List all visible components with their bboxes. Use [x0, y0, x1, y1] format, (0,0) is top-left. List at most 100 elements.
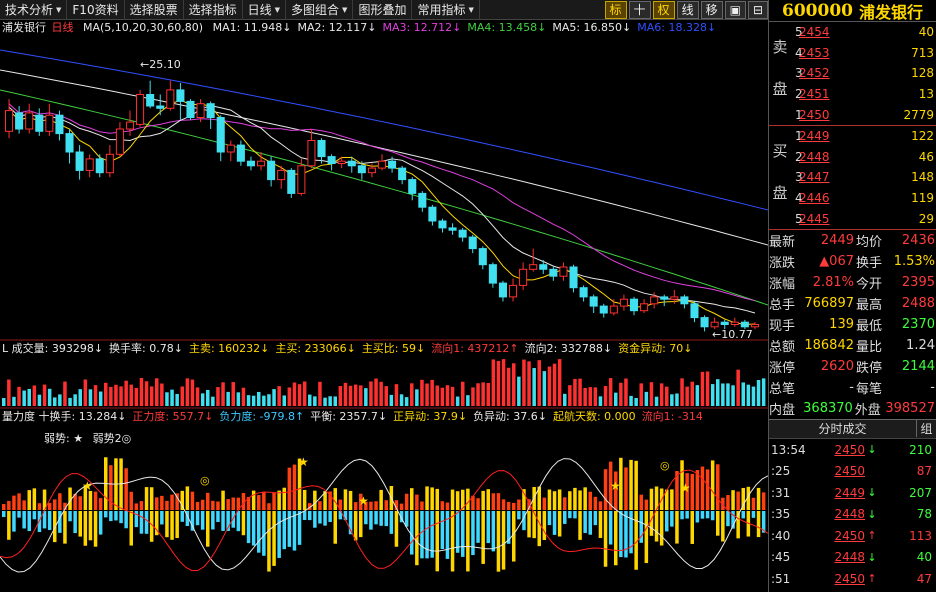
- force-positive-bar: [190, 491, 195, 510]
- order-price[interactable]: 2450: [795, 108, 857, 122]
- toolbar-item[interactable]: F10资料: [67, 0, 125, 20]
- order-book-row[interactable]: 1 2449 122: [769, 126, 936, 147]
- order-volume: 2779: [903, 107, 934, 122]
- volume-bar: [741, 382, 745, 406]
- volume-bar: [512, 363, 516, 406]
- quote-label: 涨幅: [769, 276, 796, 292]
- candle-up: [730, 321, 739, 326]
- force-negative-bar: [302, 511, 307, 520]
- caret-down-icon: ▼: [274, 5, 281, 14]
- adjust-button[interactable]: 权: [652, 0, 675, 19]
- volume-bar: [160, 383, 164, 406]
- candle-up: [297, 165, 306, 194]
- order-price[interactable]: 2447: [795, 170, 857, 184]
- force-negative-bar: [68, 511, 72, 522]
- force-positive-bar: [53, 499, 57, 510]
- force-positive-bar: [705, 469, 710, 510]
- force-negative-bar: [552, 511, 557, 535]
- force-negative-bar: [435, 511, 439, 572]
- order-price[interactable]: 2451: [795, 87, 857, 101]
- order-price[interactable]: 2448: [795, 150, 857, 164]
- order-price[interactable]: 2454: [795, 25, 857, 39]
- volume-bar: [379, 381, 383, 406]
- tick-row: :45 2448 ↓ 40: [769, 546, 936, 568]
- volume-bar: [236, 392, 241, 406]
- volume-indicator-value: 主买: 233066↓: [275, 342, 356, 355]
- order-price[interactable]: 2446: [795, 191, 857, 205]
- tick-group-tab[interactable]: 组: [916, 420, 936, 438]
- force-positive-bar: [124, 468, 128, 510]
- order-book-row[interactable]: 5 2454 40: [769, 22, 936, 43]
- volume-bar: [415, 389, 419, 406]
- order-book-row[interactable]: 1 2450 2779: [769, 104, 936, 125]
- force-positive-bar: [430, 487, 434, 510]
- force-negative-bar: [384, 511, 388, 527]
- order-price[interactable]: 2445: [795, 212, 857, 226]
- order-book-row[interactable]: 2 2448 46: [769, 147, 936, 168]
- force-positive-bar: [644, 499, 649, 510]
- order-book-row[interactable]: 4 2446 119: [769, 188, 936, 209]
- star-signal-icon: ★: [82, 479, 93, 493]
- order-price[interactable]: 2452: [795, 66, 857, 80]
- force-negative-bar: [751, 511, 756, 518]
- volume-bar: [675, 393, 679, 406]
- order-book-row[interactable]: 4 2453 713: [769, 43, 936, 64]
- candle-down: [236, 144, 245, 162]
- toolbar-item[interactable]: 选择股票: [125, 0, 184, 20]
- line-button[interactable]: 线: [676, 0, 699, 19]
- toolbar-item[interactable]: 技术分析 ▼: [0, 0, 68, 20]
- force-negative-bar: [343, 511, 348, 521]
- order-price[interactable]: 2453: [795, 46, 857, 60]
- force-positive-bar: [506, 501, 511, 510]
- move-button[interactable]: 移: [700, 0, 723, 19]
- toolbar-item[interactable]: 选择指标: [184, 0, 243, 20]
- toolbar-item[interactable]: 日线 ▼: [243, 0, 287, 20]
- volume-bar: [665, 386, 669, 406]
- volume-indicator-value: L 成交量: 393298↓: [2, 342, 104, 355]
- candle-up: [367, 167, 376, 174]
- order-book-row[interactable]: 2 2451 13: [769, 84, 936, 105]
- tick-row: :51 2450 ↑ 47: [769, 568, 936, 590]
- quote-table: 最新 2449 均价 2436 涨跌 ▲067 换手 1.53% 涨幅 2.81% 今开 2395 总手…: [769, 230, 936, 419]
- force-negative-bar: [277, 511, 281, 558]
- order-volume: 119: [911, 191, 934, 206]
- mark-button[interactable]: 标: [604, 0, 627, 19]
- toolbar-item-label: 多图组合: [291, 2, 340, 17]
- force-negative-bar: [308, 511, 312, 521]
- window-button[interactable]: ▣: [724, 0, 746, 19]
- panel-button[interactable]: ⊟: [747, 0, 768, 19]
- toolbar-item[interactable]: 常用指标 ▼: [412, 0, 480, 20]
- ma-value-2: MA2: 12.117↓: [297, 21, 377, 34]
- volume-bar: [471, 387, 475, 406]
- volume-bar: [175, 393, 179, 406]
- toolbar-item[interactable]: 图形叠加: [353, 0, 413, 20]
- force-indicator-value: 负异动: 37.6↓: [473, 410, 547, 423]
- force-indicator-value: 量力度 十换手: 13.284↓: [2, 410, 127, 423]
- order-book-row[interactable]: 3 2447 148: [769, 167, 936, 188]
- crosshair-button[interactable]: 十: [628, 0, 651, 19]
- candle-up: [257, 160, 266, 167]
- volume-bar: [501, 359, 506, 406]
- volume-bar: [614, 392, 618, 406]
- toolbar-item[interactable]: 多图组合 ▼: [286, 0, 354, 20]
- kline-chart-svg[interactable]: ←25.10 ←10.77 ★ ★ ★ ★ ★ ◎ ◎: [0, 20, 768, 592]
- force-negative-bar: [211, 511, 215, 530]
- arrow-down-icon: ↓: [867, 486, 877, 500]
- order-volume: 128: [911, 66, 934, 81]
- chart-area[interactable]: ←25.10 ←10.77 ★ ★ ★ ★ ★ ◎ ◎ 浦发银行 日线 MA(5,10,20,3…: [0, 20, 768, 592]
- order-book-row[interactable]: 3 2452 128: [769, 63, 936, 84]
- order-price[interactable]: 2449: [795, 129, 857, 143]
- toolbar-item-label: 技术分析: [5, 2, 54, 17]
- volume-bar: [200, 393, 205, 406]
- force-negative-bar: [756, 511, 761, 538]
- volume-bar: [547, 366, 552, 406]
- quote-row: 总手 766897 最高 2488: [769, 293, 936, 314]
- tick-list[interactable]: 13:54 2450 ↓ 210:25 2450 87:31 2449 ↓ 207:35 2448…: [769, 439, 936, 590]
- order-volume: 122: [911, 129, 934, 144]
- tick-row: :25 2450 87: [769, 460, 936, 482]
- volume-bar: [308, 394, 312, 406]
- order-book-row[interactable]: 5 2445 29: [769, 208, 936, 229]
- volume-bar: [257, 391, 261, 406]
- force-negative-bar: [292, 511, 297, 551]
- candle-down: [176, 89, 185, 102]
